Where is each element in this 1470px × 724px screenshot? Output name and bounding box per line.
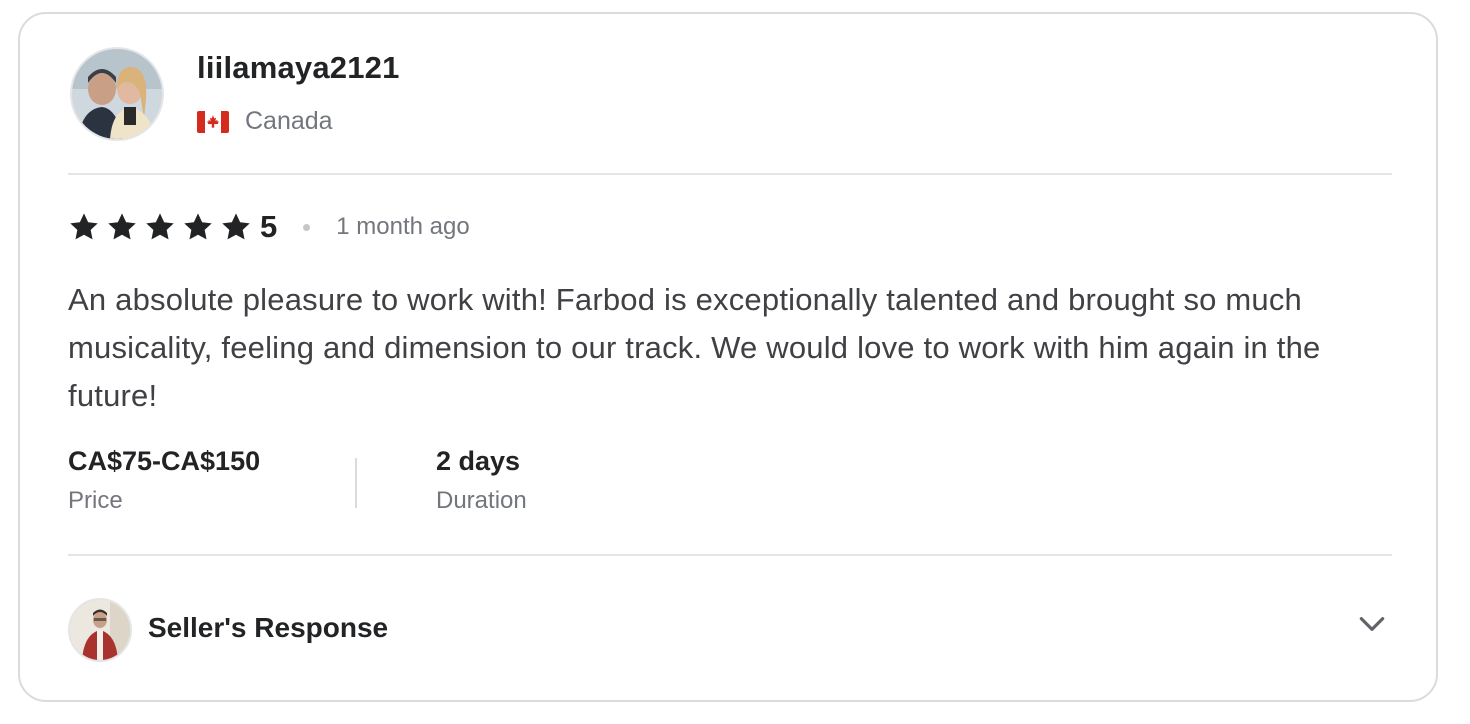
price-block: CA$75-CA$150 Price bbox=[68, 446, 260, 515]
chevron-down-icon[interactable] bbox=[1356, 608, 1388, 640]
star-icon bbox=[146, 213, 174, 240]
response-divider bbox=[68, 554, 1392, 556]
reviewer-country: Canada bbox=[245, 107, 333, 135]
review-text: An absolute pleasure to work with! Farbo… bbox=[68, 282, 1321, 413]
review-card: liilamaya2121 Canada 5 1 month ago An ab… bbox=[18, 12, 1438, 702]
meta-divider bbox=[355, 458, 357, 508]
header-divider bbox=[68, 173, 1392, 175]
reviewer-username[interactable]: liilamaya2121 bbox=[197, 50, 400, 86]
rating-row: 5 1 month ago bbox=[68, 209, 470, 245]
star-icon bbox=[222, 213, 250, 240]
reviewer-avatar[interactable] bbox=[70, 47, 164, 141]
duration-value: 2 days bbox=[436, 446, 521, 476]
price-label: Price bbox=[68, 487, 123, 514]
duration-block: 2 days Duration bbox=[436, 446, 527, 515]
seller-response-label[interactable]: Seller's Response bbox=[148, 612, 388, 644]
star-rating bbox=[68, 211, 252, 243]
seller-avatar bbox=[68, 598, 132, 662]
star-icon bbox=[184, 213, 212, 240]
price-value: CA$75-CA$150 bbox=[68, 446, 261, 476]
rating-value: 5 bbox=[260, 209, 278, 244]
reviewer-location: Canada bbox=[197, 107, 333, 136]
separator-dot bbox=[303, 223, 311, 231]
star-icon bbox=[108, 213, 136, 240]
review-time-ago: 1 month ago bbox=[336, 213, 470, 240]
duration-label: Duration bbox=[436, 487, 527, 514]
star-icon bbox=[70, 213, 98, 240]
canada-flag-icon bbox=[197, 110, 229, 133]
